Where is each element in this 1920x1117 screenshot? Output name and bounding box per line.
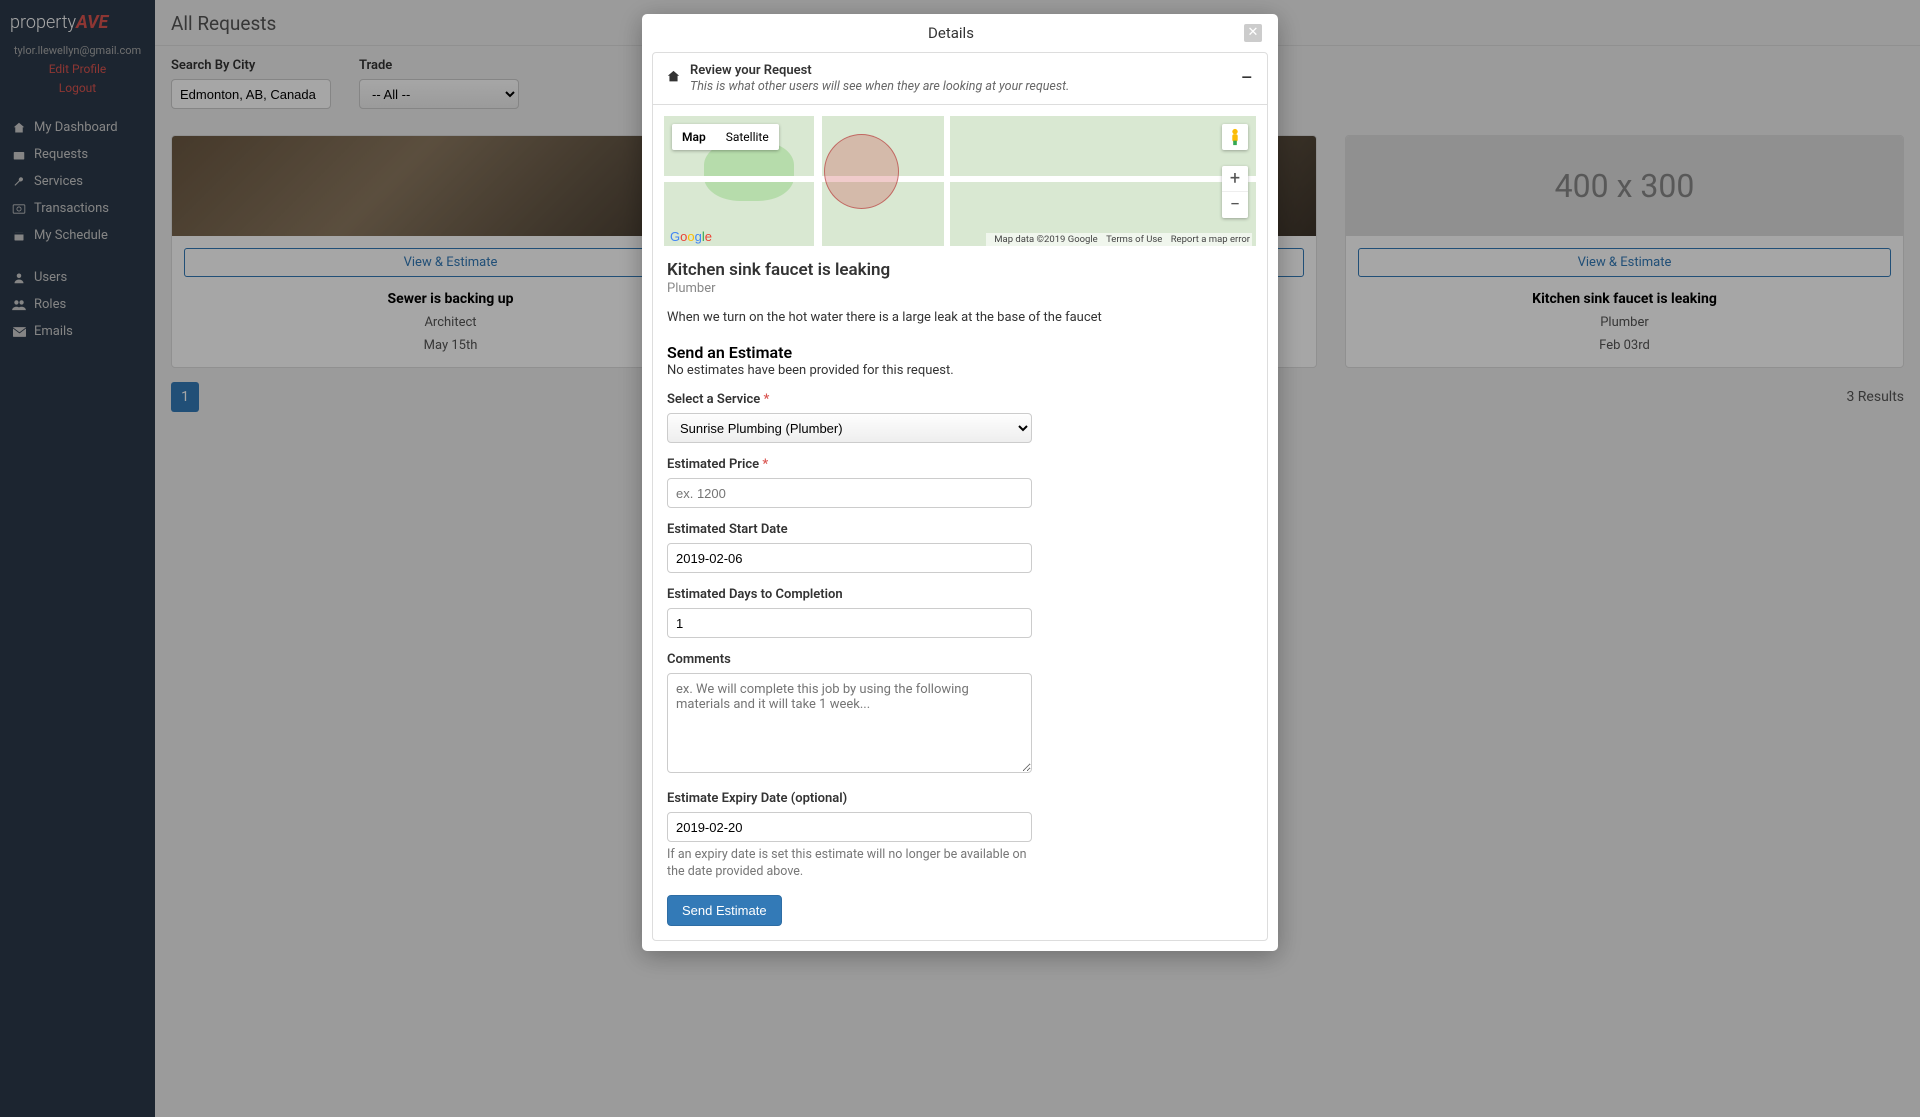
request-title: Kitchen sink faucet is leaking (667, 260, 1253, 280)
details-modal: Details ✕ Review your Request This is wh… (642, 14, 1278, 951)
map-report-link[interactable]: Report a map error (1171, 234, 1250, 245)
panel-body: Map Satellite + − Google Map data ©2019 … (653, 116, 1267, 940)
collapse-button[interactable]: − (1240, 74, 1253, 84)
start-date-input[interactable] (667, 543, 1032, 573)
zoom-in-button[interactable]: + (1222, 166, 1248, 192)
expiry-help-text: If an expiry date is set this estimate w… (667, 847, 1032, 881)
request-trade: Plumber (667, 281, 1253, 296)
map-type-tabs: Map Satellite (672, 124, 779, 150)
modal-close-button[interactable]: ✕ (1244, 24, 1262, 42)
zoom-out-button[interactable]: − (1222, 192, 1248, 218)
map-data-text: Map data ©2019 Google (994, 234, 1097, 245)
days-input[interactable] (667, 608, 1032, 638)
days-label: Estimated Days to Completion (667, 587, 1253, 602)
expiry-label: Estimate Expiry Date (optional) (667, 791, 1253, 806)
request-description: When we turn on the hot water there is a… (667, 310, 1253, 325)
zoom-controls: + − (1222, 166, 1248, 218)
map-tab-satellite[interactable]: Satellite (716, 124, 779, 150)
expiry-input[interactable] (667, 812, 1032, 842)
price-input[interactable] (667, 478, 1032, 508)
panel-title: Review your Request (690, 63, 1230, 78)
estimate-heading: Send an Estimate (667, 343, 1253, 362)
comments-textarea[interactable] (667, 673, 1032, 773)
panel-subtitle: This is what other users will see when t… (690, 79, 1230, 94)
review-panel: Review your Request This is what other u… (652, 52, 1268, 941)
service-select[interactable]: Sunrise Plumbing (Plumber) (667, 413, 1032, 443)
start-date-label: Estimated Start Date (667, 522, 1253, 537)
map-attribution: Map data ©2019 Google Terms of Use Repor… (986, 233, 1252, 246)
map-marker-circle (824, 134, 899, 209)
send-estimate-button[interactable]: Send Estimate (667, 895, 782, 926)
comments-label: Comments (667, 652, 1253, 667)
home-icon (667, 70, 680, 87)
google-logo: Google (670, 229, 712, 244)
map-terms-link[interactable]: Terms of Use (1106, 234, 1162, 245)
estimate-form: Send an Estimate No estimates have been … (653, 343, 1267, 926)
modal-header: Details ✕ (642, 14, 1278, 52)
no-estimates-message: No estimates have been provided for this… (667, 363, 1253, 378)
map-tab-map[interactable]: Map (672, 124, 716, 150)
modal-title: Details (658, 24, 1244, 42)
service-label: Select a Service * (667, 392, 1253, 407)
panel-header: Review your Request This is what other u… (653, 53, 1267, 105)
price-label: Estimated Price * (667, 457, 1253, 472)
request-details: Kitchen sink faucet is leaking Plumber W… (653, 260, 1267, 325)
pegman-button[interactable] (1222, 124, 1248, 150)
modal-overlay: Details ✕ Review your Request This is wh… (0, 0, 1920, 1117)
map[interactable]: Map Satellite + − Google Map data ©2019 … (664, 116, 1256, 246)
